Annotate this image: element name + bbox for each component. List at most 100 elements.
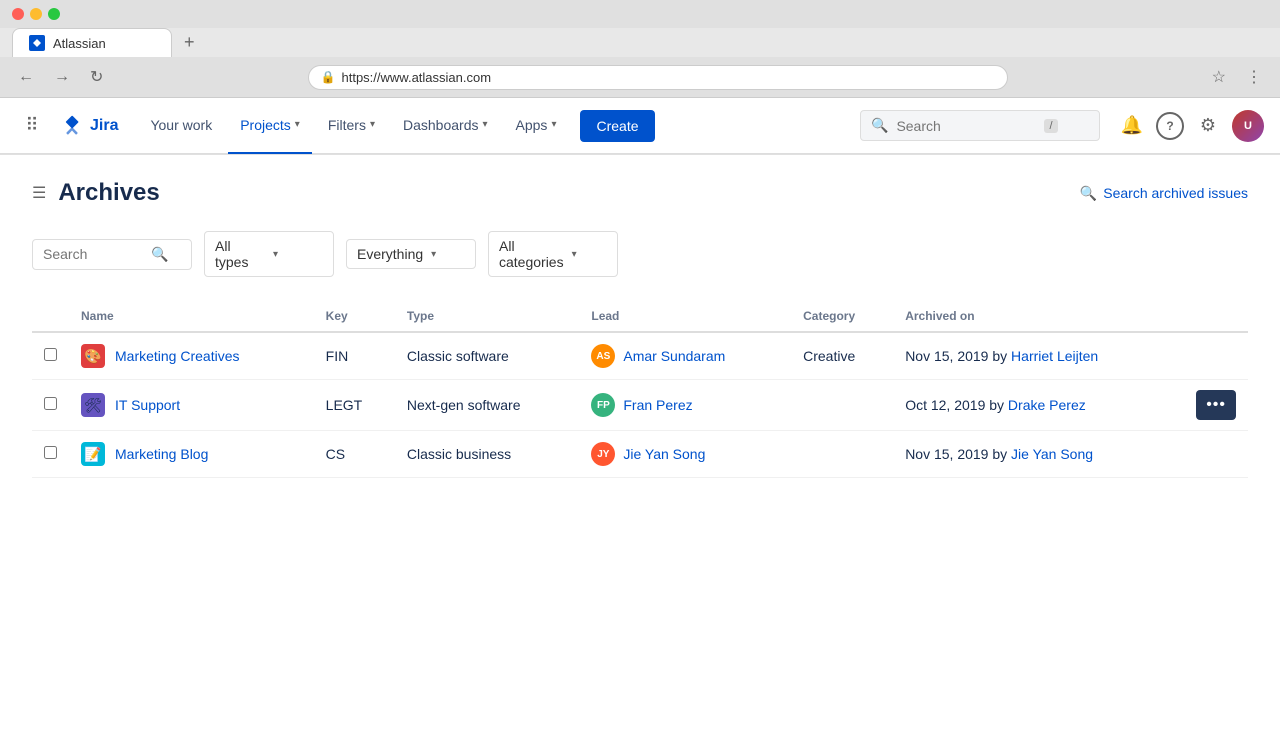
archived-on-column-header: Archived on — [893, 301, 1184, 332]
apps-caret: ▾ — [551, 119, 556, 130]
reload-button[interactable]: ↻ — [84, 63, 109, 91]
browser-chrome: Atlassian + ← → ↻ 🔒 https://www.atlassia… — [0, 0, 1280, 98]
url-display: https://www.atlassian.com — [341, 70, 491, 85]
minimize-button[interactable] — [30, 8, 42, 20]
jira-logo: Jira — [60, 114, 118, 138]
projects-caret: ▾ — [295, 119, 300, 130]
global-search-input[interactable] — [896, 118, 1036, 134]
sidebar-toggle-icon[interactable]: ☰ — [32, 183, 46, 203]
filters-caret: ▾ — [370, 119, 375, 130]
lock-icon: 🔒 — [321, 70, 336, 84]
project-key: FIN — [314, 332, 395, 380]
nav-filters[interactable]: Filters ▾ — [316, 98, 387, 154]
type-filter[interactable]: All types ▾ — [204, 231, 334, 277]
category-filter-caret: ▾ — [572, 249, 607, 260]
project-name-link[interactable]: IT Support — [115, 397, 180, 413]
everything-filter[interactable]: Everything ▾ — [346, 239, 476, 269]
table-row: 🛠IT Support LEGTNext-gen software FPFran P… — [32, 380, 1248, 431]
global-search-bar[interactable]: 🔍 / — [860, 110, 1100, 141]
search-archived-icon: 🔍 — [1080, 185, 1097, 202]
close-button[interactable] — [12, 8, 24, 20]
project-name-cell: 🛠IT Support — [81, 393, 302, 417]
filters-row: 🔍 All types ▾ Everything ▾ All categorie… — [32, 231, 1248, 277]
address-bar: ← → ↻ 🔒 https://www.atlassian.com ☆ ⋮ — [0, 57, 1280, 97]
page-header: ☰ Archives 🔍 Search archived issues — [32, 179, 1248, 207]
category-filter[interactable]: All categories ▾ — [488, 231, 618, 277]
user-avatar[interactable]: U — [1232, 110, 1264, 142]
row-checkbox[interactable] — [44, 446, 57, 459]
actions-column-header — [1184, 301, 1248, 332]
browser-menu-button[interactable]: ⋮ — [1240, 63, 1268, 91]
project-key: CS — [314, 431, 395, 478]
top-navigation: ⠿ Jira Your work Projects ▾ Filters ▾ Da… — [0, 98, 1280, 154]
nav-your-work[interactable]: Your work — [138, 98, 224, 154]
key-column-header: Key — [314, 301, 395, 332]
search-icon: 🔍 — [871, 117, 888, 134]
project-type: Next-gen software — [395, 380, 579, 431]
grid-menu-button[interactable]: ⠿ — [16, 110, 48, 142]
archived-on: Nov 15, 2019 by Harriet Leijten — [893, 332, 1184, 380]
search-archived-issues[interactable]: 🔍 Search archived issues — [1080, 185, 1248, 202]
row-checkbox[interactable] — [44, 348, 57, 361]
archives-table: Name Key Type Lead Category Archived on … — [32, 301, 1248, 478]
nav-icons: 🔔 ? ⚙ U — [1116, 110, 1264, 142]
lead-column-header: Lead — [579, 301, 791, 332]
bookmark-button[interactable]: ☆ — [1206, 63, 1232, 91]
name-column-header: Name — [69, 301, 314, 332]
page-title: Archives — [58, 179, 159, 207]
lead-avatar: JY — [591, 442, 615, 466]
lead-name-link[interactable]: Amar Sundaram — [623, 348, 725, 364]
app: ⠿ Jira Your work Projects ▾ Filters ▾ Da… — [0, 98, 1280, 747]
row-checkbox[interactable] — [44, 397, 57, 410]
archived-by-link[interactable]: Drake Perez — [1008, 397, 1086, 413]
back-button[interactable]: ← — [12, 64, 40, 90]
project-category — [791, 380, 893, 431]
project-name-link[interactable]: Marketing Blog — [115, 446, 208, 462]
archived-by-link[interactable]: Harriet Leijten — [1011, 348, 1098, 364]
project-icon: 🎨 — [81, 344, 105, 368]
dashboards-caret: ▾ — [482, 119, 487, 130]
title-bar — [0, 0, 1280, 28]
filter-search-input[interactable] — [43, 246, 143, 262]
tab-title: Atlassian — [53, 36, 106, 51]
tab-bar: Atlassian + — [0, 28, 1280, 57]
nav-apps[interactable]: Apps ▾ — [504, 98, 569, 154]
type-column-header: Type — [395, 301, 579, 332]
search-shortcut: / — [1044, 119, 1057, 133]
table-body: 🎨 Marketing Creatives FINClassic software A… — [32, 332, 1248, 478]
page-title-row: ☰ Archives — [32, 179, 160, 207]
lead-name-link[interactable]: Fran Perez — [623, 397, 692, 413]
forward-button[interactable]: → — [48, 64, 76, 90]
browser-tab[interactable]: Atlassian — [12, 28, 172, 57]
category-column-header: Category — [791, 301, 893, 332]
everything-filter-caret: ▾ — [431, 249, 465, 260]
create-button[interactable]: Create — [580, 110, 654, 142]
logo-text: Jira — [90, 117, 118, 135]
archived-on: Oct 12, 2019 by Drake Perez — [893, 380, 1184, 431]
nav-dashboards[interactable]: Dashboards ▾ — [391, 98, 500, 154]
project-type: Classic business — [395, 431, 579, 478]
traffic-lights — [12, 8, 60, 20]
help-button[interactable]: ? — [1156, 112, 1184, 140]
nav-projects[interactable]: Projects ▾ — [228, 98, 312, 154]
project-icon: 📝 — [81, 442, 105, 466]
table-header-row: Name Key Type Lead Category Archived on — [32, 301, 1248, 332]
project-category: Creative — [791, 332, 893, 380]
new-tab-button[interactable]: + — [176, 28, 203, 57]
maximize-button[interactable] — [48, 8, 60, 20]
project-type: Classic software — [395, 332, 579, 380]
filter-search-container[interactable]: 🔍 — [32, 239, 192, 270]
lead-cell: ASAmar Sundaram — [591, 344, 779, 368]
favicon — [29, 35, 45, 51]
settings-button[interactable]: ⚙ — [1192, 110, 1224, 142]
lead-cell: FPFran Perez — [591, 393, 779, 417]
archived-by-link[interactable]: Jie Yan Song — [1011, 446, 1093, 462]
notifications-button[interactable]: 🔔 — [1116, 110, 1148, 142]
lead-name-link[interactable]: Jie Yan Song — [623, 446, 705, 462]
project-key: LEGT — [314, 380, 395, 431]
project-name-link[interactable]: Marketing Creatives — [115, 348, 240, 364]
project-name-cell: 📝 Marketing Blog — [81, 442, 302, 466]
archived-on: Nov 15, 2019 by Jie Yan Song — [893, 431, 1184, 478]
more-actions-button[interactable]: ••• — [1196, 390, 1236, 420]
type-filter-caret: ▾ — [273, 249, 323, 260]
